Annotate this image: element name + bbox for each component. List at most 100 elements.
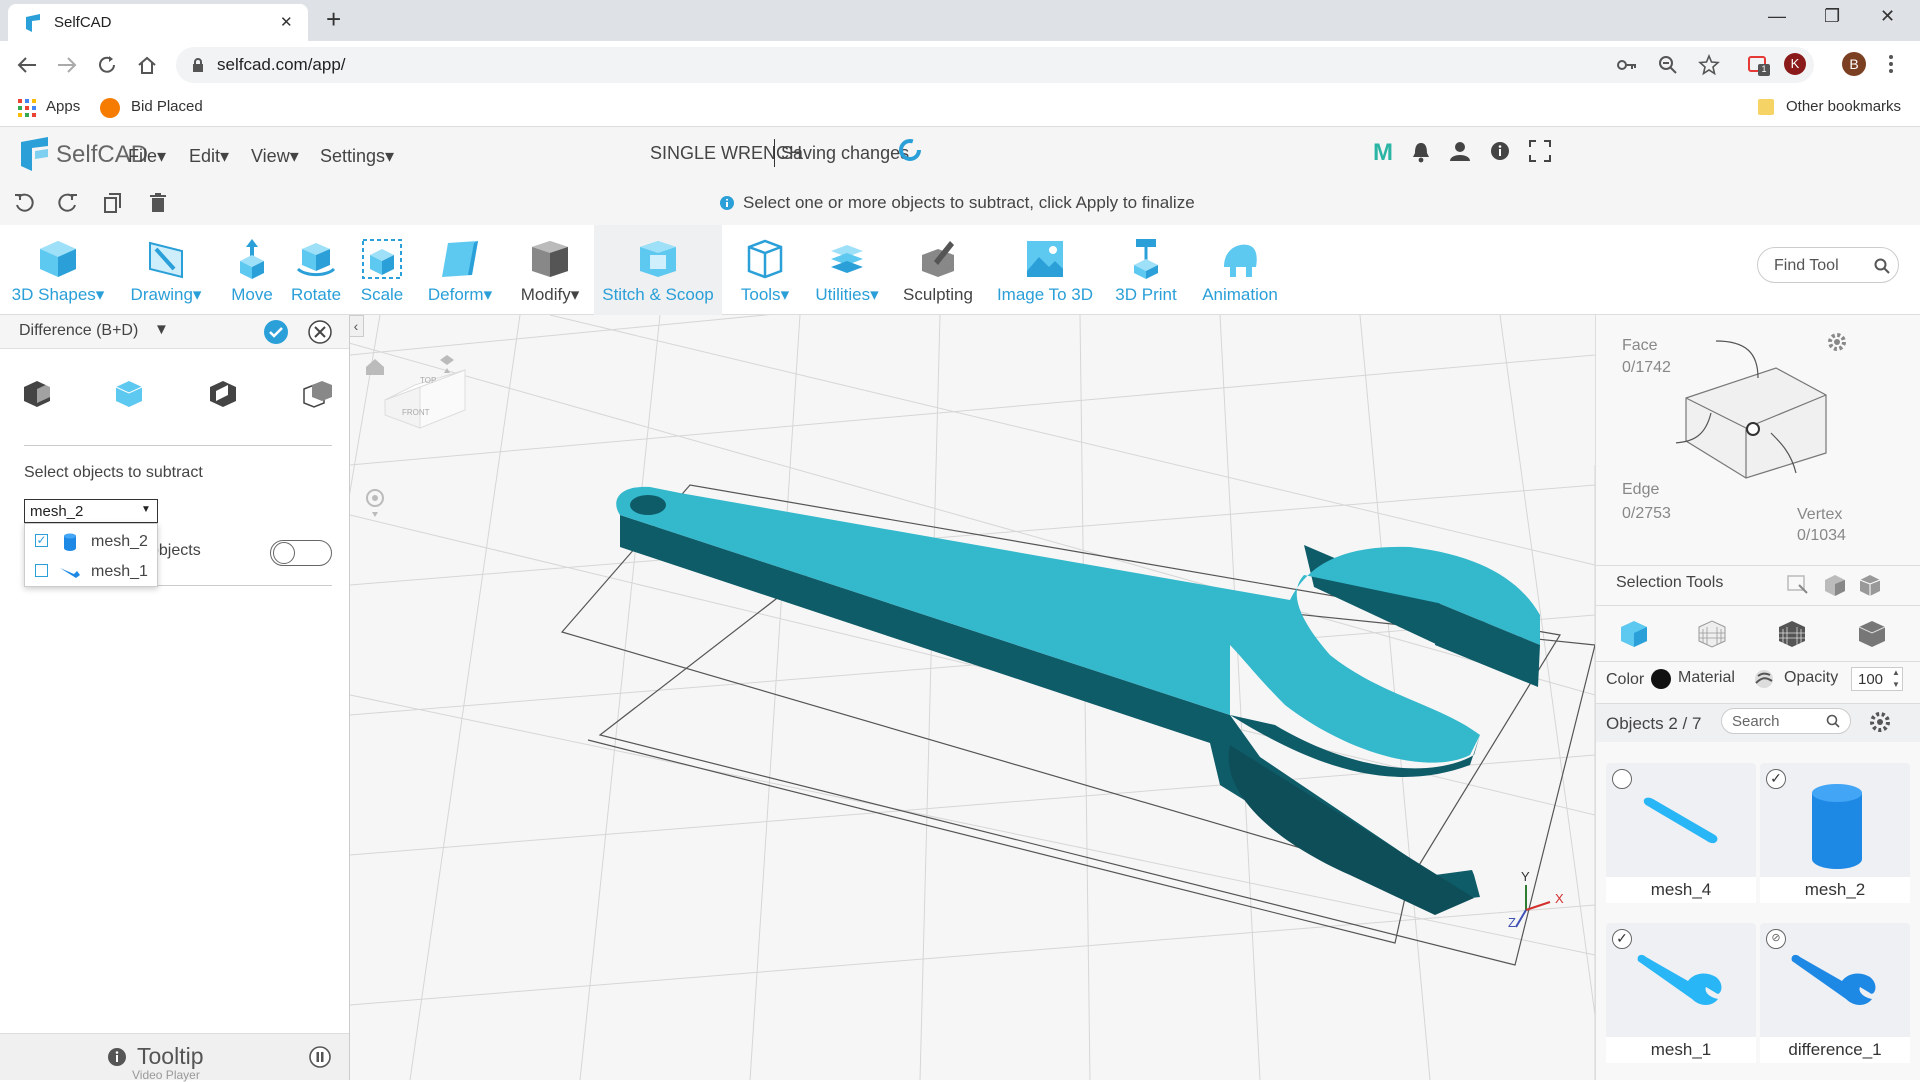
zoom-icon[interactable] [1658,55,1678,75]
search-icon[interactable] [1874,258,1890,274]
tab-close-icon[interactable]: ✕ [280,13,293,31]
close-icon[interactable] [308,320,332,344]
object-hidden-icon[interactable]: ⊘ [1766,929,1786,949]
tool-animation[interactable]: Animation [1192,225,1288,315]
camera-icon[interactable] [440,355,454,373]
browser-tab[interactable]: SelfCAD ✕ [8,4,308,41]
grid-view-icon[interactable] [1777,619,1807,649]
tool-rotate[interactable]: Rotate [284,225,348,315]
option-checkbox[interactable]: ✓ [35,534,48,547]
home-icon[interactable] [136,54,158,76]
bell-icon[interactable] [1412,141,1430,163]
info-icon[interactable] [1490,141,1510,161]
viewport-canvas[interactable]: TOP FRONT Y X Z [350,315,1595,1080]
bookmark-apps[interactable]: Apps [46,98,80,115]
split-mode-icon[interactable] [302,379,332,409]
tool-image-to-3d[interactable]: Image To 3D [990,225,1100,315]
toggle-switch[interactable] [270,540,332,566]
window-restore-button[interactable]: ❐ [1824,6,1840,27]
object-card-mesh-4[interactable]: mesh_4 [1606,763,1756,903]
dropdown-option[interactable]: ✓ mesh_2 [25,528,157,556]
file-menu[interactable]: File▾ [128,146,166,167]
collapse-panel-button[interactable]: ‹ [350,315,364,337]
tooltip-label[interactable]: Tooltip [137,1043,203,1070]
window-minimize-button[interactable]: — [1768,6,1786,27]
object-select-checkbox[interactable]: ✓ [1612,929,1632,949]
select-box-icon[interactable] [1787,575,1809,595]
tool-3d-shapes[interactable]: 3D Shapes▾ [8,225,108,315]
dropdown-option[interactable]: mesh_1 [25,558,157,586]
objects-settings-gear-icon[interactable] [1868,710,1892,734]
search-icon[interactable] [1826,714,1840,728]
select-object-icon[interactable] [1858,573,1882,597]
union-mode-icon[interactable] [114,379,144,409]
home-view-icon[interactable] [366,359,384,375]
extension-k-icon[interactable]: K [1784,53,1806,75]
material-icon[interactable] [1754,669,1774,689]
difference-mode-icon[interactable] [22,379,52,409]
profile-avatar[interactable]: B [1842,52,1866,76]
tool-stitch-scoop[interactable]: Stitch & Scoop [594,225,722,315]
address-bar[interactable]: selfcad.com/app/ [176,47,1814,83]
key-icon[interactable] [1616,57,1638,73]
tool-utilities[interactable]: Utilities▾ [806,225,888,315]
new-tab-button[interactable]: + [326,4,341,35]
m-badge-icon[interactable]: M [1373,139,1393,167]
tool-modify[interactable]: Modify▾ [510,225,590,315]
undo-icon[interactable] [14,193,34,213]
extension-red-icon[interactable]: 1 [1746,54,1770,76]
color-swatch[interactable] [1651,669,1671,689]
wireframe-view-icon[interactable] [1697,619,1727,649]
mesh-4-thumbnail [1643,797,1718,844]
reload-icon[interactable] [96,54,118,76]
project-title[interactable]: SINGLE WRENCH [650,143,802,164]
browser-menu-icon[interactable] [1888,54,1894,74]
tool-3d-print[interactable]: 3D Print [1104,225,1188,315]
forward-icon[interactable] [56,55,78,75]
back-icon[interactable] [16,55,38,75]
object-card-mesh-1[interactable]: ✓ mesh_1 [1606,923,1756,1063]
tool-deform[interactable]: Deform▾ [416,225,504,315]
pause-icon[interactable] [309,1046,331,1068]
window-close-button[interactable]: ✕ [1880,6,1895,27]
opacity-stepper-down-icon[interactable]: ▼ [1892,680,1900,689]
tool-drawing[interactable]: Drawing▾ [118,225,214,315]
fullscreen-icon[interactable] [1529,140,1551,162]
solid-view-icon[interactable] [1619,619,1649,649]
operation-dropdown-icon[interactable]: ▼ [154,321,169,338]
shaded-view-icon[interactable] [1857,619,1887,649]
wrench-model[interactable] [616,486,1540,915]
object-select-checkbox[interactable] [1612,769,1632,789]
apply-check-icon[interactable] [264,320,288,344]
select-multi-icon[interactable] [1823,573,1847,597]
bookmark-star-icon[interactable] [1698,54,1720,76]
bookmark-bid-placed[interactable]: Bid Placed [131,98,203,115]
option-checkbox[interactable] [35,564,48,577]
orbit-icon[interactable] [366,489,384,517]
objects-select[interactable]: mesh_2 ▼ [24,499,158,523]
3d-viewport[interactable]: TOP FRONT Y X Z ‹ [350,315,1595,1080]
objects-search-input[interactable]: Search [1721,708,1851,734]
settings-menu[interactable]: Settings▾ [320,146,394,167]
trash-icon[interactable] [150,193,166,213]
object-card-mesh-2[interactable]: ✓ mesh_2 [1760,763,1910,903]
object-select-checkbox[interactable]: ✓ [1766,769,1786,789]
user-icon[interactable] [1450,141,1470,161]
redo-icon[interactable] [58,193,78,213]
view-cube[interactable]: TOP FRONT [384,369,466,429]
copy-icon[interactable] [104,193,122,213]
intersection-mode-icon[interactable] [208,379,238,409]
tool-scale[interactable]: Scale [352,225,412,315]
selection-mode-cube[interactable] [1676,333,1856,493]
find-tool-input[interactable]: Find Tool [1757,247,1899,283]
tool-tools[interactable]: Tools▾ [728,225,802,315]
opacity-stepper-up-icon[interactable]: ▲ [1892,668,1900,677]
tool-move[interactable]: Move [220,225,284,315]
object-card-difference-1[interactable]: ⊘ difference_1 [1760,923,1910,1063]
view-menu[interactable]: View▾ [251,146,299,167]
opacity-input[interactable]: 100 ▲ ▼ [1851,667,1903,691]
tool-sculpting[interactable]: Sculpting [892,225,984,315]
bookmark-other[interactable]: Other bookmarks [1786,98,1901,115]
settings-gear-icon[interactable] [1826,331,1848,353]
edit-menu[interactable]: Edit▾ [189,146,229,167]
